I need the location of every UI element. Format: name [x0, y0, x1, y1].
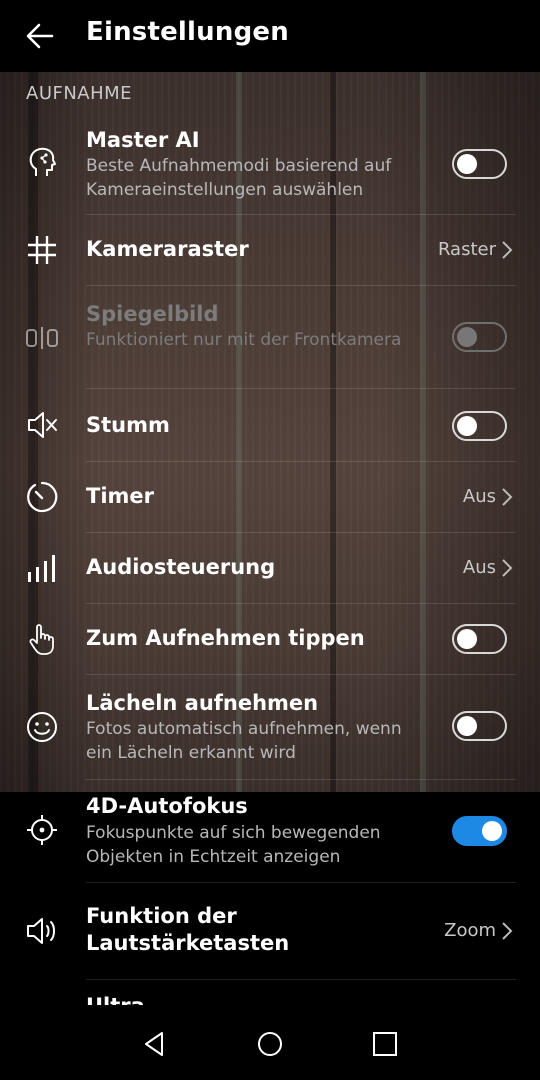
setting-label: Timer	[86, 484, 155, 508]
setting-label-line2: Lautstärketasten	[86, 931, 290, 955]
page-title: Einstellungen	[86, 17, 289, 47]
4d-autofokus-toggle[interactable]	[452, 816, 507, 846]
setting-spiegelbild[interactable]: Spiegelbild Funktioniert nur mit der Fro…	[0, 286, 540, 388]
touch-hand-icon	[29, 624, 54, 655]
setting-label: Audiosteuerung	[86, 555, 276, 579]
setting-audiosteuerung[interactable]: Audiosteuerung Aus	[0, 533, 540, 603]
setting-label: Stumm	[86, 413, 170, 437]
setting-master-ai[interactable]: Master AI Beste Aufnahmemodi basierend a…	[0, 124, 540, 214]
setting-zum-aufnehmen-tippen[interactable]: Zum Aufnehmen tippen	[0, 604, 540, 674]
setting-value: Raster	[437, 239, 496, 260]
setting-stumm[interactable]: Stumm	[0, 389, 540, 461]
setting-label: Spiegelbild	[86, 302, 219, 326]
setting-value: Zoom	[444, 920, 496, 941]
setting-4d-autofokus[interactable]: 4D-Autofokus Fokuspunkte auf sich bewege…	[0, 780, 540, 882]
setting-description: Beste Aufnahmemodi basierend auf Kamerae…	[86, 156, 392, 200]
speaker-muted-icon	[28, 412, 57, 438]
mirror-icon	[26, 327, 58, 349]
setting-description: Fotos automatisch aufnehmen, wenn ein Lä…	[86, 719, 402, 763]
setting-label: Kameraraster	[86, 237, 249, 261]
section-header-aufnahme: AUFNAHME	[26, 83, 133, 104]
setting-label: Zum Aufnehmen tippen	[86, 626, 365, 650]
laecheln-aufnehmen-toggle[interactable]	[452, 711, 507, 741]
chevron-right-icon	[502, 922, 513, 940]
timer-icon	[27, 481, 58, 513]
setting-timer[interactable]: Timer Aus	[0, 462, 540, 532]
system-navigation-bar	[0, 1005, 540, 1080]
setting-description: Fokuspunkte auf sich bewegenden Objekten…	[86, 823, 381, 867]
master-ai-toggle[interactable]	[452, 149, 507, 179]
master-ai-icon	[29, 147, 56, 176]
app-bar: Einstellungen	[0, 0, 540, 72]
setting-lautstaerketasten[interactable]: Funktion der Lautstärketasten Zoom	[0, 883, 540, 979]
setting-label: Ultra-	[86, 994, 154, 1005]
nav-back-icon[interactable]	[140, 1029, 170, 1059]
zum-aufnehmen-tippen-toggle[interactable]	[452, 624, 507, 654]
setting-kameraraster[interactable]: Kameraraster Raster	[0, 215, 540, 285]
nav-recents-icon[interactable]	[370, 1029, 400, 1059]
setting-ultra[interactable]: Ultra-	[0, 980, 540, 1005]
chevron-right-icon	[502, 488, 513, 506]
spiegelbild-toggle[interactable]	[452, 322, 507, 352]
stumm-toggle[interactable]	[452, 411, 507, 441]
setting-description: Funktioniert nur mit der Frontkamera	[86, 330, 402, 350]
setting-value: Aus	[462, 486, 496, 507]
setting-label: Lächeln aufnehmen	[86, 691, 319, 715]
setting-label-line1: Funktion der	[86, 904, 237, 928]
arrow-left-icon[interactable]	[24, 20, 56, 52]
setting-label: 4D-Autofokus	[86, 794, 248, 818]
setting-laecheln-aufnehmen[interactable]: Lächeln aufnehmen Fotos automatisch aufn…	[0, 675, 540, 779]
signal-bars-icon	[28, 555, 55, 582]
speaker-icon	[27, 918, 55, 944]
setting-label: Master AI	[86, 128, 200, 152]
smiley-icon	[27, 712, 57, 742]
nav-home-icon[interactable]	[255, 1029, 285, 1059]
setting-value: Aus	[462, 557, 496, 578]
crosshair-icon	[27, 815, 57, 845]
chevron-right-icon	[502, 241, 513, 259]
chevron-right-icon	[502, 559, 513, 577]
grid-icon	[28, 236, 56, 264]
